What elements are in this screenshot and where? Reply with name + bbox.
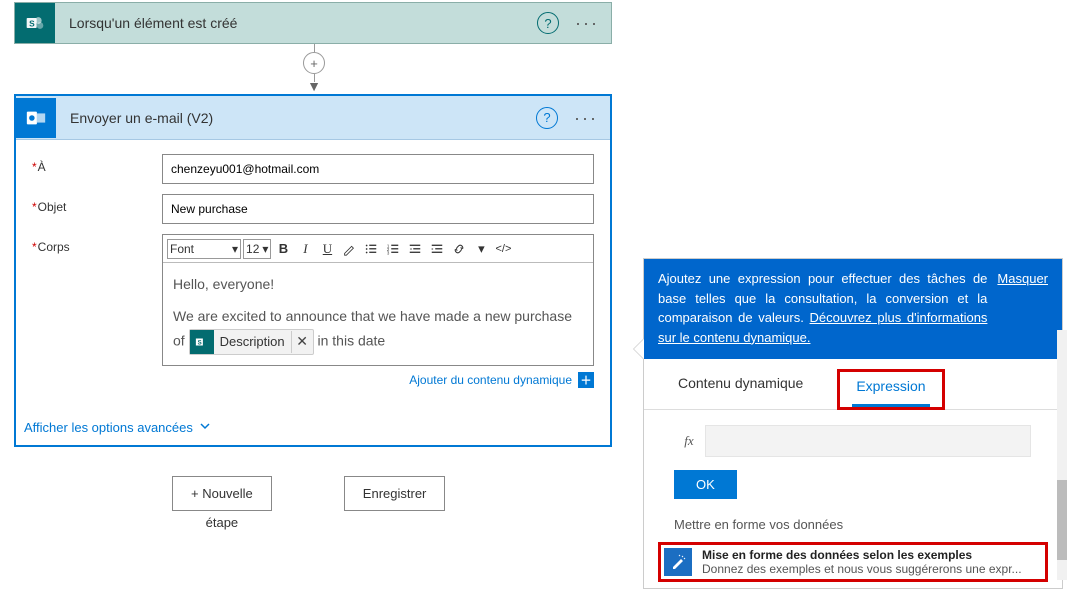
font-select[interactable]: Font ▾ <box>167 239 241 259</box>
number-list-button[interactable]: 123 <box>383 239 403 259</box>
hide-panel-link[interactable]: Masquer <box>997 269 1048 347</box>
action-header[interactable]: Envoyer un e-mail (V2) ? ··· <box>16 96 610 140</box>
add-dynamic-content-link[interactable]: Ajouter du contenu dynamique ＋ <box>162 366 594 388</box>
italic-button[interactable]: I <box>295 239 315 259</box>
help-icon[interactable]: ? <box>537 12 559 34</box>
to-label: *À <box>32 154 162 174</box>
tab-dynamic-content[interactable]: Contenu dynamique <box>674 369 807 409</box>
size-select[interactable]: 12▾ <box>243 239 271 259</box>
sharepoint-icon: S <box>15 3 55 43</box>
link-button[interactable] <box>449 239 469 259</box>
add-step-icon[interactable]: + <box>303 52 325 74</box>
more-icon[interactable]: ··· <box>574 113 598 123</box>
expression-input[interactable] <box>704 424 1032 458</box>
example-subtitle: Donnez des exemples et nous vous suggére… <box>702 562 1042 576</box>
dynamic-content-panel: Ajoutez une expression pour effectuer de… <box>643 258 1063 589</box>
format-section-label: Mettre en forme vos données <box>644 511 1062 542</box>
body-line1: Hello, everyone! <box>173 273 583 297</box>
more-icon[interactable]: ··· <box>575 18 599 28</box>
svg-text:S: S <box>29 18 35 28</box>
remove-token-icon[interactable]: ✕ <box>291 331 313 353</box>
wand-icon <box>664 548 692 576</box>
new-step-label: étape <box>206 515 239 530</box>
panel-banner: Ajoutez une expression pour effectuer de… <box>644 259 1062 359</box>
arrow-down-icon: ▼ <box>307 78 321 94</box>
code-view-button[interactable]: </> <box>493 239 513 259</box>
trigger-title: Lorsqu'un élément est créé <box>55 15 537 31</box>
svg-text:S: S <box>197 339 201 346</box>
body-editor[interactable]: Hello, everyone! We are excited to annou… <box>163 263 593 365</box>
underline-button[interactable]: U <box>317 239 337 259</box>
outdent-button[interactable] <box>405 239 425 259</box>
dynamic-token-description[interactable]: S Description ✕ <box>189 329 314 355</box>
plus-icon: ＋ <box>578 372 594 388</box>
svg-text:3: 3 <box>387 250 390 255</box>
tab-expression[interactable]: Expression <box>852 372 929 407</box>
help-icon[interactable]: ? <box>536 107 558 129</box>
connector: + ▼ <box>313 44 315 94</box>
to-input[interactable] <box>162 154 594 184</box>
body-label: *Corps <box>32 234 162 254</box>
subject-label: *Objet <box>32 194 162 214</box>
format-by-example-item[interactable]: Mise en forme des données selon les exem… <box>664 548 1042 576</box>
new-step-button[interactable]: + Nouvelle <box>172 476 272 511</box>
body-line2: We are excited to announce that we have … <box>173 305 583 355</box>
footer-buttons: + Nouvelle étape Enregistrer <box>172 476 445 530</box>
link-dropdown[interactable]: ▾ <box>471 239 491 259</box>
callout-arrow-icon <box>634 339 644 359</box>
sharepoint-icon: S <box>190 330 214 354</box>
panel-scrollbar[interactable] <box>1057 330 1067 580</box>
subject-input[interactable] <box>162 194 594 224</box>
show-advanced-link[interactable]: Afficher les options avancées <box>16 410 610 445</box>
rte-toolbar: Font ▾ 12▾ B I U 123 ▾ </> <box>163 235 593 263</box>
chevron-down-icon <box>199 420 211 435</box>
bold-button[interactable]: B <box>273 239 293 259</box>
action-card: Envoyer un e-mail (V2) ? ··· *À *Objet *… <box>14 94 612 447</box>
format-button[interactable] <box>339 239 359 259</box>
outlook-icon <box>16 98 56 138</box>
scrollbar-thumb[interactable] <box>1057 480 1067 560</box>
example-title: Mise en forme des données selon les exem… <box>702 548 1042 562</box>
panel-tabs: Contenu dynamique Expression <box>644 359 1062 410</box>
fx-icon: fx <box>674 424 704 458</box>
bullet-list-button[interactable] <box>361 239 381 259</box>
save-button[interactable]: Enregistrer <box>344 476 446 511</box>
indent-button[interactable] <box>427 239 447 259</box>
trigger-card[interactable]: S Lorsqu'un élément est créé ? ··· <box>14 2 612 44</box>
ok-button[interactable]: OK <box>674 470 737 499</box>
rich-text-editor: Font ▾ 12▾ B I U 123 ▾ </> <box>162 234 594 366</box>
action-title: Envoyer un e-mail (V2) <box>56 110 536 126</box>
